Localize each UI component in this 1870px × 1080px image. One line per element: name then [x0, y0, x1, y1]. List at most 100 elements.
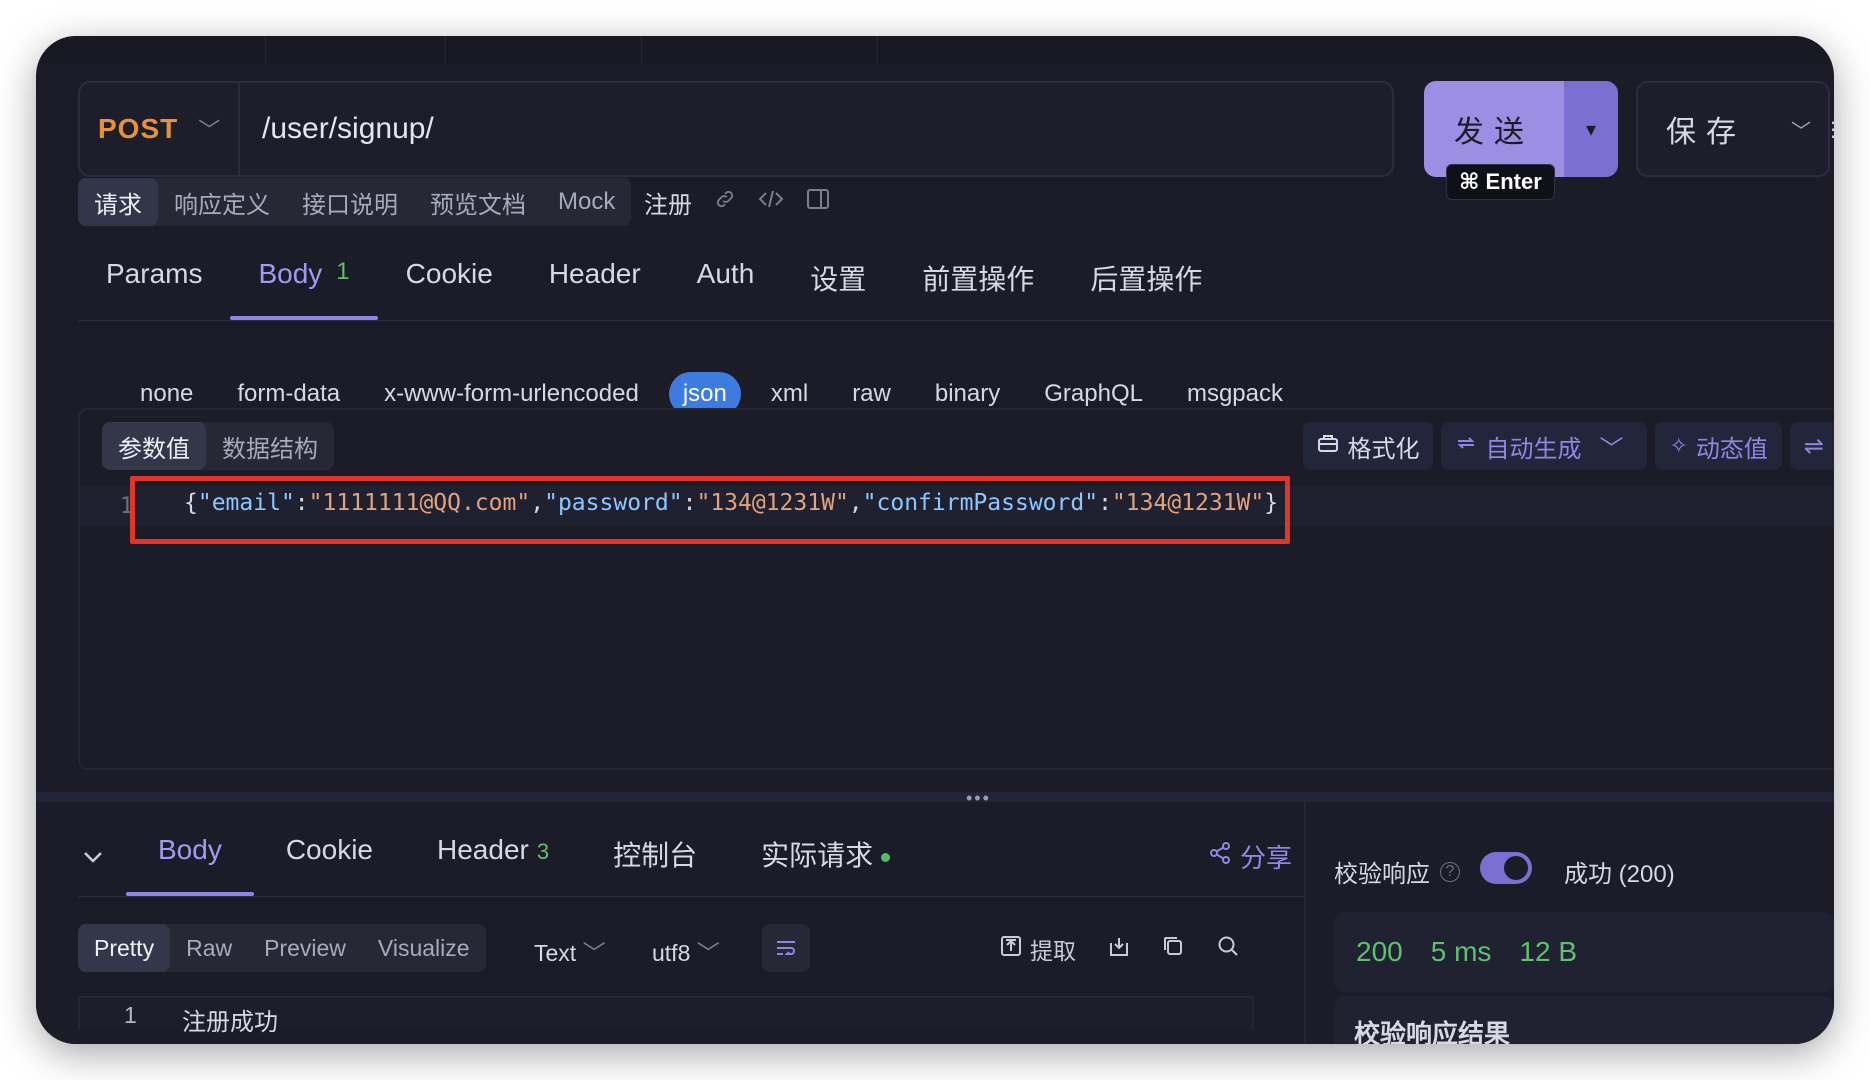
tab-cookie[interactable]: Cookie	[378, 258, 521, 318]
response-tabs-divider	[78, 896, 1306, 897]
subnav-item-response-def[interactable]: 响应定义	[158, 178, 286, 226]
view-mode-preview[interactable]: Preview	[248, 924, 362, 972]
tab-label: 实际请求	[761, 840, 874, 871]
extract-icon	[1000, 935, 1022, 963]
encoding-select[interactable]: utf8 ﹀	[652, 934, 720, 968]
validate-response-label: 校验响应 ?	[1334, 854, 1460, 889]
request-subnav: 请求 响应定义 接口说明 预览文档 Mock	[78, 178, 632, 226]
tab-ghost[interactable]	[642, 36, 878, 64]
resp-tab-cookie[interactable]: Cookie	[254, 824, 405, 896]
response-body-text: 注册成功	[182, 1009, 278, 1036]
tab-label: 前置操作	[922, 264, 1035, 295]
help-icon[interactable]: ?	[1440, 861, 1460, 882]
wrap-lines-icon[interactable]	[762, 924, 810, 972]
editor-toolbar: 格式化 自动生成 ﹀ ✧ 动态值 ⇌	[1303, 422, 1834, 470]
chevron-down-icon: ﹀	[582, 940, 606, 966]
format-select[interactable]: Text ﹀	[534, 934, 606, 968]
view-mode-tabs: Pretty Raw Preview Visualize	[78, 924, 486, 972]
copy-icon[interactable]	[1162, 935, 1184, 963]
resp-tab-header[interactable]: Header 3	[405, 824, 581, 896]
extract-button[interactable]: 提取	[1000, 932, 1076, 966]
tab-label: 后置操作	[1090, 264, 1203, 295]
tab-settings[interactable]: 设置	[782, 258, 894, 318]
download-icon[interactable]	[1108, 935, 1130, 963]
auto-generate-button[interactable]: 自动生成 ﹀	[1441, 422, 1648, 470]
link-icon[interactable]	[714, 188, 736, 216]
dynamic-value-button[interactable]: ✧ 动态值	[1655, 422, 1782, 470]
format-label: 格式化	[1347, 435, 1420, 463]
response-time: 5 ms	[1430, 936, 1492, 967]
chevron-down-icon: ﹀	[198, 118, 221, 143]
top-tab-strip	[36, 36, 1834, 64]
url-bar: POST ﹀ /user/signup/	[78, 81, 1394, 177]
validate-toggle[interactable]	[1480, 852, 1532, 884]
tab-ghost[interactable]	[446, 36, 642, 64]
tab-label: Cookie	[285, 834, 373, 865]
wrap-icon[interactable]: ⇌	[1789, 422, 1834, 470]
status-code: 200	[1356, 936, 1403, 967]
subnav-item-request[interactable]: 请求	[78, 178, 158, 226]
url-input[interactable]: /user/signup/	[240, 112, 434, 146]
tab-count-badge: 1	[336, 258, 350, 285]
tab-label: Params	[106, 258, 203, 289]
side-panel-icon[interactable]	[806, 188, 830, 216]
tab-params[interactable]: Params	[78, 258, 230, 318]
tab-label: 设置	[810, 264, 867, 295]
method-select[interactable]: POST ﹀	[80, 83, 240, 175]
subnav-item-preview-doc[interactable]: 预览文档	[414, 178, 542, 226]
search-icon[interactable]	[1216, 934, 1240, 964]
tab-label: Body	[258, 258, 323, 289]
tab-label: Cookie	[405, 258, 493, 289]
encoding-value: utf8	[652, 940, 691, 966]
line-number: 1	[124, 1002, 137, 1028]
send-button[interactable]: 发送	[1424, 81, 1564, 177]
chevron-down-icon: ﹀	[1791, 120, 1811, 143]
editor-tab-schema[interactable]: 数据结构	[206, 422, 334, 470]
dynamic-value-label: 动态值	[1695, 435, 1768, 463]
validate-label: 校验响应	[1334, 861, 1430, 888]
auto-generate-label: 自动生成	[1485, 435, 1582, 463]
response-size: 12 B	[1519, 936, 1578, 967]
extract-label: 提取	[1030, 938, 1076, 964]
format-button[interactable]: 格式化	[1303, 422, 1434, 470]
chevron-down-icon: ﹀	[696, 940, 720, 966]
view-mode-visualize[interactable]: Visualize	[362, 924, 486, 972]
tab-body[interactable]: Body 1	[230, 258, 378, 320]
method-label: POST	[98, 113, 179, 144]
tab-label: Header	[437, 834, 529, 865]
view-mode-pretty[interactable]: Pretty	[78, 924, 171, 972]
tab-label: Body	[158, 834, 222, 865]
more-icon[interactable]: ⋮	[1818, 81, 1834, 177]
resp-tab-console[interactable]: 控制台	[581, 824, 729, 896]
share-button[interactable]: 分享	[1208, 838, 1292, 875]
share-icon	[1208, 841, 1232, 872]
collapse-chevron-icon[interactable]	[82, 844, 104, 870]
tab-label: Auth	[696, 258, 755, 289]
tab-auth[interactable]: Auth	[669, 258, 783, 318]
annotation-highlight-box	[130, 476, 1290, 544]
tab-header[interactable]: Header	[521, 258, 669, 318]
resp-tab-body[interactable]: Body	[126, 824, 254, 896]
save-button[interactable]: 保存	[1636, 81, 1776, 177]
toolbox-icon	[1317, 433, 1339, 459]
validation-status[interactable]: 成功 (200)	[1564, 854, 1675, 889]
subnav-item-api-desc[interactable]: 接口说明	[286, 178, 414, 226]
send-shortcut-tooltip: ⌘ Enter	[1446, 164, 1555, 200]
editor-tab-values[interactable]: 参数值	[102, 422, 206, 470]
tab-ghost[interactable]	[36, 36, 266, 64]
resp-tab-actual-request[interactable]: 实际请求	[729, 824, 922, 896]
validation-result-title: 校验响应结果	[1354, 1019, 1511, 1044]
chevron-down-icon[interactable]: ﹀	[1589, 429, 1633, 464]
subnav-item-mock[interactable]: Mock	[542, 178, 631, 226]
chevron-down-icon: ▾	[1585, 118, 1597, 141]
panel-resizer[interactable]	[36, 792, 1834, 802]
view-mode-raw[interactable]: Raw	[170, 924, 248, 972]
code-icon[interactable]	[758, 188, 784, 216]
tab-pre-operations[interactable]: 前置操作	[894, 258, 1062, 318]
send-dropdown-button[interactable]: ▾	[1564, 81, 1618, 177]
api-name[interactable]: 注册	[644, 185, 692, 220]
tab-ghost[interactable]	[266, 36, 446, 64]
tab-post-operations[interactable]: 后置操作	[1062, 258, 1230, 318]
response-toolbar: 提取	[1000, 932, 1240, 966]
tabs-divider	[78, 320, 1834, 321]
